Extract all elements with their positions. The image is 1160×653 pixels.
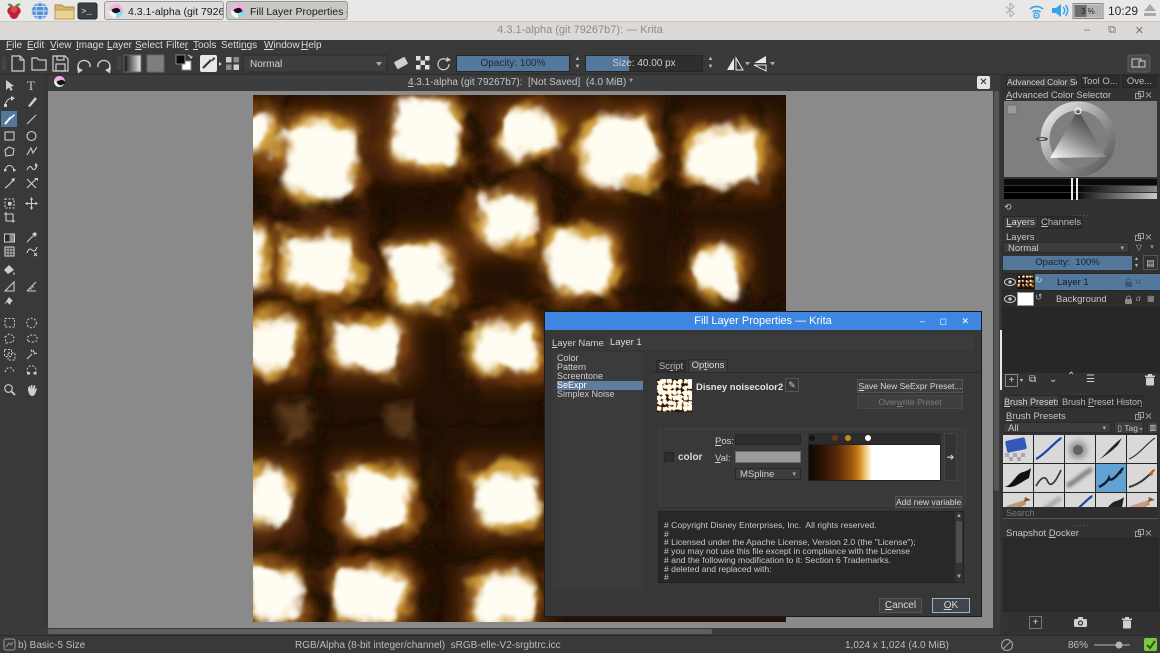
- svg-text:>_: >_: [81, 7, 92, 17]
- svg-text:3 %: 3 %: [1081, 7, 1095, 16]
- svg-text:Normal: Normal: [250, 59, 282, 70]
- svg-text:T: T: [27, 78, 35, 93]
